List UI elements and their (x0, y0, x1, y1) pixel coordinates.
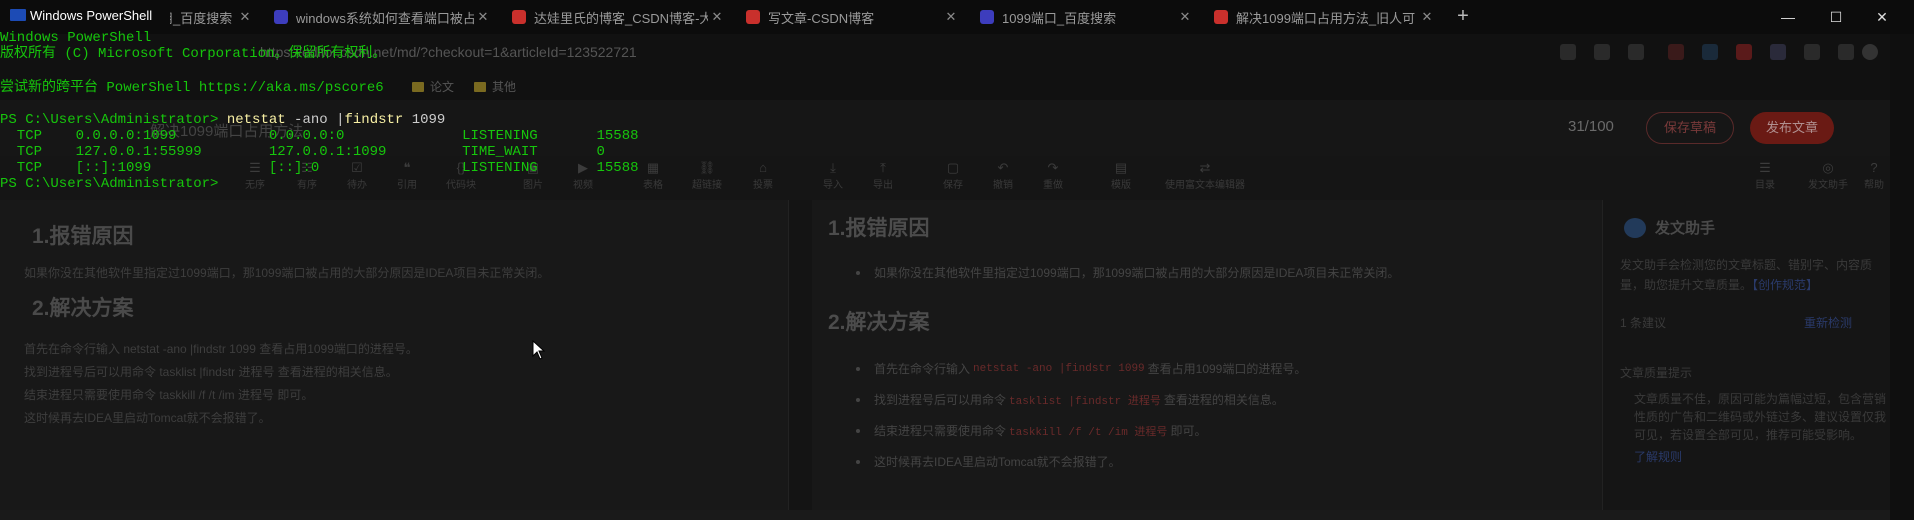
prompt: PS C:\Users\Administrator> (0, 112, 227, 128)
command-name: netstat (226, 112, 286, 128)
window-title: Windows PowerShell (30, 7, 153, 23)
netstat-row: TCP 0.0.0.0:1099 0.0.0.0:0 LISTENING 155… (0, 128, 639, 144)
console-line: PS C:\Users\Administrator> (0, 176, 219, 192)
command-args: -ano (285, 112, 337, 128)
command-name: findstr (344, 112, 404, 128)
vertical-scrollbar[interactable] (1890, 34, 1914, 520)
netstat-row: TCP 127.0.0.1:55999 127.0.0.1:1099 TIME_… (0, 144, 605, 160)
console-line: 尝试新的跨平台 PowerShell https://aka.ms/pscore… (0, 80, 384, 96)
command-line: PS C:\Users\Administrator> netstat -ano … (0, 112, 445, 129)
powershell-window[interactable]: Windows PowerShell Windows PowerShell 版权… (0, 0, 1890, 512)
console-output[interactable]: Windows PowerShell 版权所有 (C) Microsoft Co… (0, 30, 1890, 195)
console-line: 版权所有 (C) Microsoft Corporation。保留所有权利。 (0, 46, 387, 62)
powershell-titlebar[interactable]: Windows PowerShell (0, 0, 170, 30)
console-line: Windows PowerShell (0, 30, 152, 46)
powershell-icon (10, 9, 26, 21)
mouse-pointer-icon (532, 340, 546, 360)
command-args: 1099 (403, 112, 446, 128)
netstat-row: TCP [::]:1099 [::]:0 LISTENING 15588 (0, 160, 639, 176)
